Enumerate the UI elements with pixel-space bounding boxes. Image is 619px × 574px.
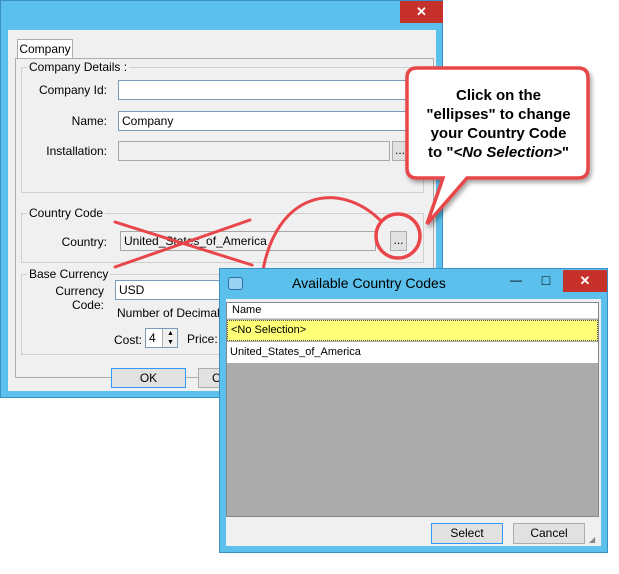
maximize-button[interactable]: □ xyxy=(531,270,561,292)
country-list[interactable]: Name <No Selection> United_States_of_Ame… xyxy=(226,302,599,517)
callout-line-4-italic: <No Selection> xyxy=(453,144,562,161)
callout-line-3: your Country Code xyxy=(430,125,567,142)
callout-line-4: to "<No Selection>" xyxy=(407,143,590,162)
callout-line-1: Click on the xyxy=(455,87,541,104)
minimize-button[interactable]: — xyxy=(501,270,531,292)
callout-line-4-prefix: to " xyxy=(428,144,454,161)
country-codes-dialog: Available Country Codes — □ ✕ Name <No S… xyxy=(219,268,608,553)
dialog-close-button[interactable]: ✕ xyxy=(563,270,607,292)
callout-line-4-suffix: " xyxy=(561,144,569,161)
list-header-name[interactable]: Name xyxy=(227,303,598,319)
dialog-title: Available Country Codes xyxy=(292,275,446,291)
dialog-cancel-button[interactable]: Cancel xyxy=(513,523,585,544)
maximize-icon: □ xyxy=(541,272,551,288)
size-grip-icon[interactable]: ◢ xyxy=(589,535,599,545)
callout-line-2: "ellipses" to change xyxy=(426,106,571,123)
annotation-arrow xyxy=(260,196,383,277)
list-item-usa[interactable]: United_States_of_America xyxy=(227,342,598,363)
list-item-no-selection[interactable]: <No Selection> xyxy=(227,320,598,341)
close-icon: ✕ xyxy=(579,273,591,288)
callout-text: Click on the "ellipses" to change your C… xyxy=(407,86,590,162)
select-button[interactable]: Select xyxy=(431,523,503,544)
window-app-icon xyxy=(228,277,243,290)
dialog-client-area: Name <No Selection> United_States_of_Ame… xyxy=(226,299,601,546)
minimize-icon: — xyxy=(510,273,522,287)
